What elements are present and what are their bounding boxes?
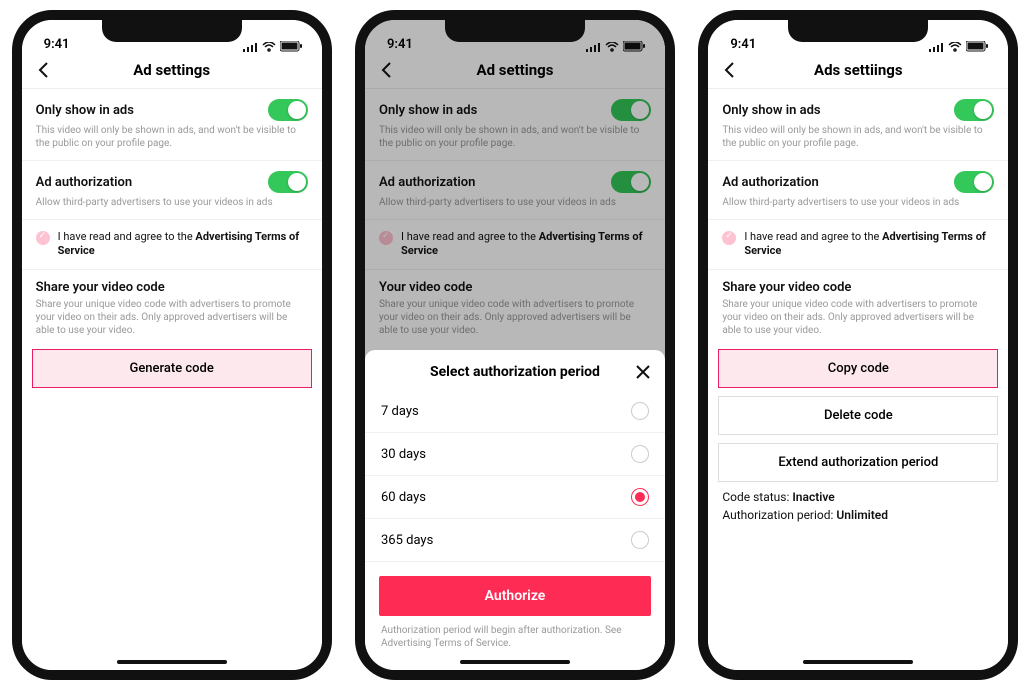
only-show-toggle[interactable] xyxy=(268,99,308,121)
only-show-title: Only show in ads xyxy=(722,103,820,118)
signal-icon xyxy=(929,42,944,52)
copy-code-button[interactable]: Copy code xyxy=(718,349,998,388)
terms-row[interactable]: I have read and agree to the Advertising… xyxy=(22,220,322,270)
screen-3: 9:41 Ads settiings Only show in ads This… xyxy=(708,20,1008,670)
sheet-title: Select authorization period xyxy=(379,364,651,380)
home-indicator xyxy=(460,660,570,664)
signal-icon xyxy=(243,42,258,52)
terms-text: I have read and agree to the Advertising… xyxy=(58,230,308,259)
radio-icon xyxy=(631,445,649,463)
extend-period-button[interactable]: Extend authorization period xyxy=(718,443,998,482)
only-show-section: Only show in ads This video will only be… xyxy=(708,89,1008,161)
option-label: 60 days xyxy=(381,490,426,505)
only-show-sub: This video will only be shown in ads, an… xyxy=(722,124,994,150)
option-365-days[interactable]: 365 days xyxy=(365,519,665,562)
sheet-footnote: Authorization period will begin after au… xyxy=(365,624,665,650)
option-label: 7 days xyxy=(381,404,419,419)
radio-icon xyxy=(631,531,649,549)
check-icon xyxy=(722,231,736,245)
share-section: Share your video code Share your unique … xyxy=(22,270,322,345)
page-title: Ad settings xyxy=(34,61,310,79)
auth-period-value: Unlimited xyxy=(836,508,888,522)
phone-1: 9:41 Ad settings Only show in ads This v… xyxy=(12,10,332,680)
only-show-title: Only show in ads xyxy=(36,103,134,118)
only-show-sub: This video will only be shown in ads, an… xyxy=(36,124,308,150)
ad-auth-title: Ad authorization xyxy=(722,175,818,190)
option-7-days[interactable]: 7 days xyxy=(365,390,665,433)
ad-auth-section: Ad authorization Allow third-party adver… xyxy=(22,161,322,220)
page-title: Ads settiings xyxy=(720,61,996,79)
radio-icon xyxy=(631,402,649,420)
ad-auth-toggle[interactable] xyxy=(954,171,994,193)
status-icons xyxy=(929,41,988,52)
home-indicator xyxy=(803,660,913,664)
option-label: 365 days xyxy=(381,533,433,548)
notch xyxy=(445,20,585,42)
ad-auth-sub: Allow third-party advertisers to use you… xyxy=(722,196,994,209)
authorize-button[interactable]: Authorize xyxy=(379,576,651,616)
option-60-days[interactable]: 60 days xyxy=(365,476,665,519)
code-status-value: Inactive xyxy=(792,490,834,504)
option-label: 30 days xyxy=(381,447,426,462)
screen-2: 9:41 Ad settings Only show in ads This v… xyxy=(365,20,665,670)
status-icons xyxy=(243,41,302,52)
radio-icon xyxy=(631,488,649,506)
share-sub: Share your unique video code with advert… xyxy=(722,298,994,337)
delete-code-button[interactable]: Delete code xyxy=(718,396,998,435)
status-time: 9:41 xyxy=(730,37,756,52)
share-title: Share your video code xyxy=(722,280,994,295)
terms-row[interactable]: I have read and agree to the Advertising… xyxy=(708,220,1008,270)
only-show-toggle[interactable] xyxy=(954,99,994,121)
share-sub: Share your unique video code with advert… xyxy=(36,298,308,337)
status-time: 9:41 xyxy=(44,37,70,52)
wifi-icon xyxy=(262,42,276,52)
phone-3: 9:41 Ads settiings Only show in ads This… xyxy=(698,10,1018,680)
terms-text: I have read and agree to the Advertising… xyxy=(744,230,994,259)
share-title: Share your video code xyxy=(36,280,308,295)
auth-period: Authorization period: Unlimited xyxy=(708,508,1008,526)
nav-header: Ad settings xyxy=(22,54,322,89)
only-show-section: Only show in ads This video will only be… xyxy=(22,89,322,161)
phone-2: 9:41 Ad settings Only show in ads This v… xyxy=(355,10,675,680)
ad-auth-toggle[interactable] xyxy=(268,171,308,193)
check-icon xyxy=(36,231,50,245)
home-indicator xyxy=(117,660,227,664)
ad-auth-sub: Allow third-party advertisers to use you… xyxy=(36,196,308,209)
authorization-sheet: Select authorization period 7 days 30 da… xyxy=(365,350,665,670)
notch xyxy=(102,20,242,42)
close-icon[interactable] xyxy=(635,364,651,380)
wifi-icon xyxy=(948,42,962,52)
option-30-days[interactable]: 30 days xyxy=(365,433,665,476)
sheet-header: Select authorization period xyxy=(365,350,665,390)
ad-auth-section: Ad authorization Allow third-party adver… xyxy=(708,161,1008,220)
code-status: Code status: Inactive xyxy=(708,486,1008,508)
nav-header: Ads settiings xyxy=(708,54,1008,89)
battery-icon xyxy=(966,41,988,52)
option-list: 7 days 30 days 60 days 365 days xyxy=(365,390,665,562)
ad-auth-title: Ad authorization xyxy=(36,175,132,190)
notch xyxy=(788,20,928,42)
generate-code-button[interactable]: Generate code xyxy=(32,349,312,388)
battery-icon xyxy=(280,41,302,52)
screen-1: 9:41 Ad settings Only show in ads This v… xyxy=(22,20,322,670)
share-section: Share your video code Share your unique … xyxy=(708,270,1008,345)
